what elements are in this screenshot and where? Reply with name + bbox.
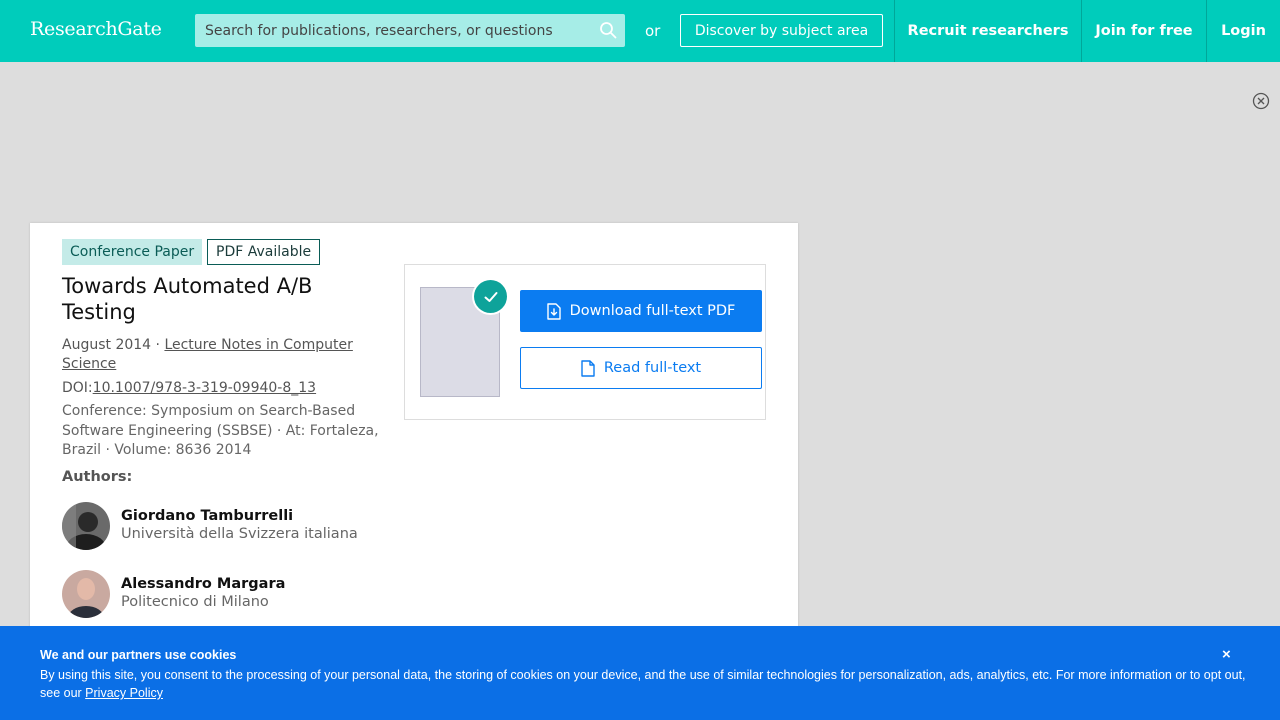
doi-link[interactable]: 10.1007/978-3-319-09940-8_13 [93,380,316,396]
publication-title: Towards Automated A/B Testing [62,274,313,324]
cookie-banner: We and our partners use cookies By using… [0,626,1280,720]
author-item[interactable]: Alessandro Margara Politecnico di Milano [62,570,382,618]
cookie-text: By using this site, you consent to the p… [40,666,1250,702]
author-affiliation: Università della Svizzera italiana [121,526,358,542]
full-text-panel: Download full-text PDF Read full-text [404,264,766,420]
cookie-message: By using this site, you consent to the p… [40,668,1246,700]
download-pdf-label: Download full-text PDF [569,303,736,319]
researchgate-logo[interactable]: ResearchGate [30,18,162,40]
conference-paper-badge: Conference Paper [62,239,203,265]
authors-heading: Authors: [62,469,133,485]
discover-by-subject-button[interactable]: Discover by subject area [680,14,883,47]
doi-line: DOI:10.1007/978-3-319-09940-8_13 [62,379,382,398]
author-affiliation: Politecnico di Milano [121,594,269,610]
cookie-close-button[interactable]: × [1222,646,1231,663]
avatar[interactable] [62,502,110,550]
top-navigation-bar: ResearchGate or Discover by subject area… [0,0,1280,62]
recruit-researchers-link[interactable]: Recruit researchers [894,0,1081,62]
login-link[interactable]: Login [1206,0,1280,62]
author-name[interactable]: Alessandro Margara [121,576,285,592]
close-ad-icon[interactable] [1252,92,1270,110]
cookie-title: We and our partners use cookies [40,648,237,662]
author-item[interactable]: Giordano Tamburrelli Università della Sv… [62,502,382,550]
doi-label: DOI: [62,380,93,396]
publication-date-and-journal: August 2014 · Lecture Notes in Computer … [62,336,382,374]
search-box [195,14,625,47]
checkmark-icon [474,280,507,313]
or-separator: or [645,22,661,40]
download-pdf-button[interactable]: Download full-text PDF [520,290,762,332]
search-input[interactable] [195,14,590,47]
read-full-text-label: Read full-text [603,360,702,376]
search-icon[interactable] [599,21,617,39]
conference-info: Conference: Symposium on Search-Based So… [62,403,379,458]
pdf-available-badge: PDF Available [207,239,321,265]
file-download-icon [546,302,561,320]
read-full-text-button[interactable]: Read full-text [520,347,762,389]
avatar[interactable] [62,570,110,618]
file-icon [581,359,595,377]
author-name[interactable]: Giordano Tamburrelli [121,508,293,524]
join-for-free-link[interactable]: Join for free [1081,0,1206,62]
privacy-policy-link[interactable]: Privacy Policy [85,686,163,700]
publication-date: August 2014 · [62,337,165,353]
publication-card: Conference Paper PDF Available Towards A… [30,223,798,643]
